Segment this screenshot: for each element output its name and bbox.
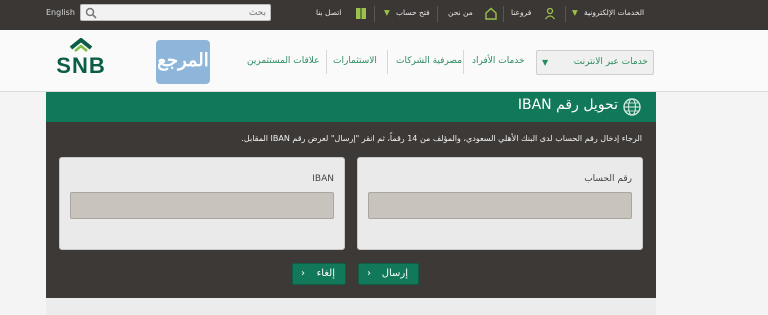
- footer-strip: [46, 298, 656, 315]
- title-bar: تحويل رقم IBAN: [46, 92, 656, 122]
- chevron-right-icon: ›: [301, 268, 305, 279]
- chevron-down-icon: ▼: [542, 58, 549, 67]
- contact-link[interactable]: اتصل بنا: [316, 8, 341, 17]
- account-number-panel: رقم الحساب: [357, 157, 643, 250]
- marjea-logo-text: المرجع: [157, 50, 209, 71]
- site-header: SNB المرجع علاقات المستثمرين الاستثمارات…: [0, 30, 768, 92]
- iban-output-field[interactable]: [70, 192, 334, 219]
- nav-investments[interactable]: الاستثمارات: [333, 56, 377, 66]
- eservices-arrow: ▼: [572, 8, 578, 17]
- separator: [503, 6, 504, 22]
- snb-logo-text: SNB: [56, 53, 106, 78]
- person-pin-icon: [544, 7, 556, 20]
- cancel-button-label: إلغاء: [316, 268, 335, 279]
- book-icon: [356, 8, 366, 19]
- marjea-logo[interactable]: المرجع: [156, 40, 210, 84]
- separator: [374, 6, 375, 22]
- search-icon[interactable]: [85, 7, 97, 19]
- account-number-label: رقم الحساب: [584, 174, 632, 184]
- search-box[interactable]: [80, 4, 271, 21]
- top-bar: English اتصل بنا ▼ فتح حساب من نحن فروعن…: [0, 0, 768, 30]
- nav-investor-relations[interactable]: علاقات المستثمرين: [247, 56, 320, 66]
- open-account-link[interactable]: فتح حساب: [396, 8, 430, 17]
- iban-panel: IBAN: [59, 157, 345, 250]
- home-icon: [485, 7, 497, 20]
- nav-separator: [387, 50, 388, 74]
- open-account-arrow: ▼: [384, 8, 390, 17]
- online-services-dropdown[interactable]: ▼ خدمات عبر الانترنت: [536, 50, 654, 75]
- nav-separator: [463, 50, 464, 74]
- page-title: تحويل رقم IBAN: [517, 97, 618, 113]
- separator: [437, 6, 438, 22]
- nav-personal-services[interactable]: خدمات الأفراد: [472, 56, 525, 66]
- chevron-right-icon: ›: [367, 268, 371, 279]
- online-services-label: خدمات عبر الانترنت: [573, 57, 648, 67]
- eservices-link[interactable]: الخدمات الإلكترونية: [584, 8, 644, 17]
- separator: [565, 6, 566, 22]
- submit-button[interactable]: › إرسال: [358, 263, 419, 285]
- language-switch[interactable]: English: [46, 8, 75, 17]
- nav-separator: [326, 50, 327, 74]
- branches-link[interactable]: فروعنا: [511, 8, 531, 17]
- cancel-button[interactable]: › إلغاء: [292, 263, 346, 285]
- instruction-text: الرجاء إدخال رقم الحساب لدى البنك الأهلي…: [241, 134, 642, 143]
- search-input[interactable]: [106, 5, 266, 20]
- globe-icon: [623, 98, 641, 116]
- nav-corporate-banking[interactable]: مصرفية الشركات: [396, 56, 462, 66]
- submit-button-label: إرسال: [381, 268, 408, 279]
- iban-converter-panel: تحويل رقم IBAN الرجاء إدخال رقم الحساب ل…: [46, 92, 656, 298]
- iban-label: IBAN: [312, 174, 334, 184]
- account-number-input[interactable]: [368, 192, 632, 219]
- about-link[interactable]: من نحن: [448, 8, 473, 17]
